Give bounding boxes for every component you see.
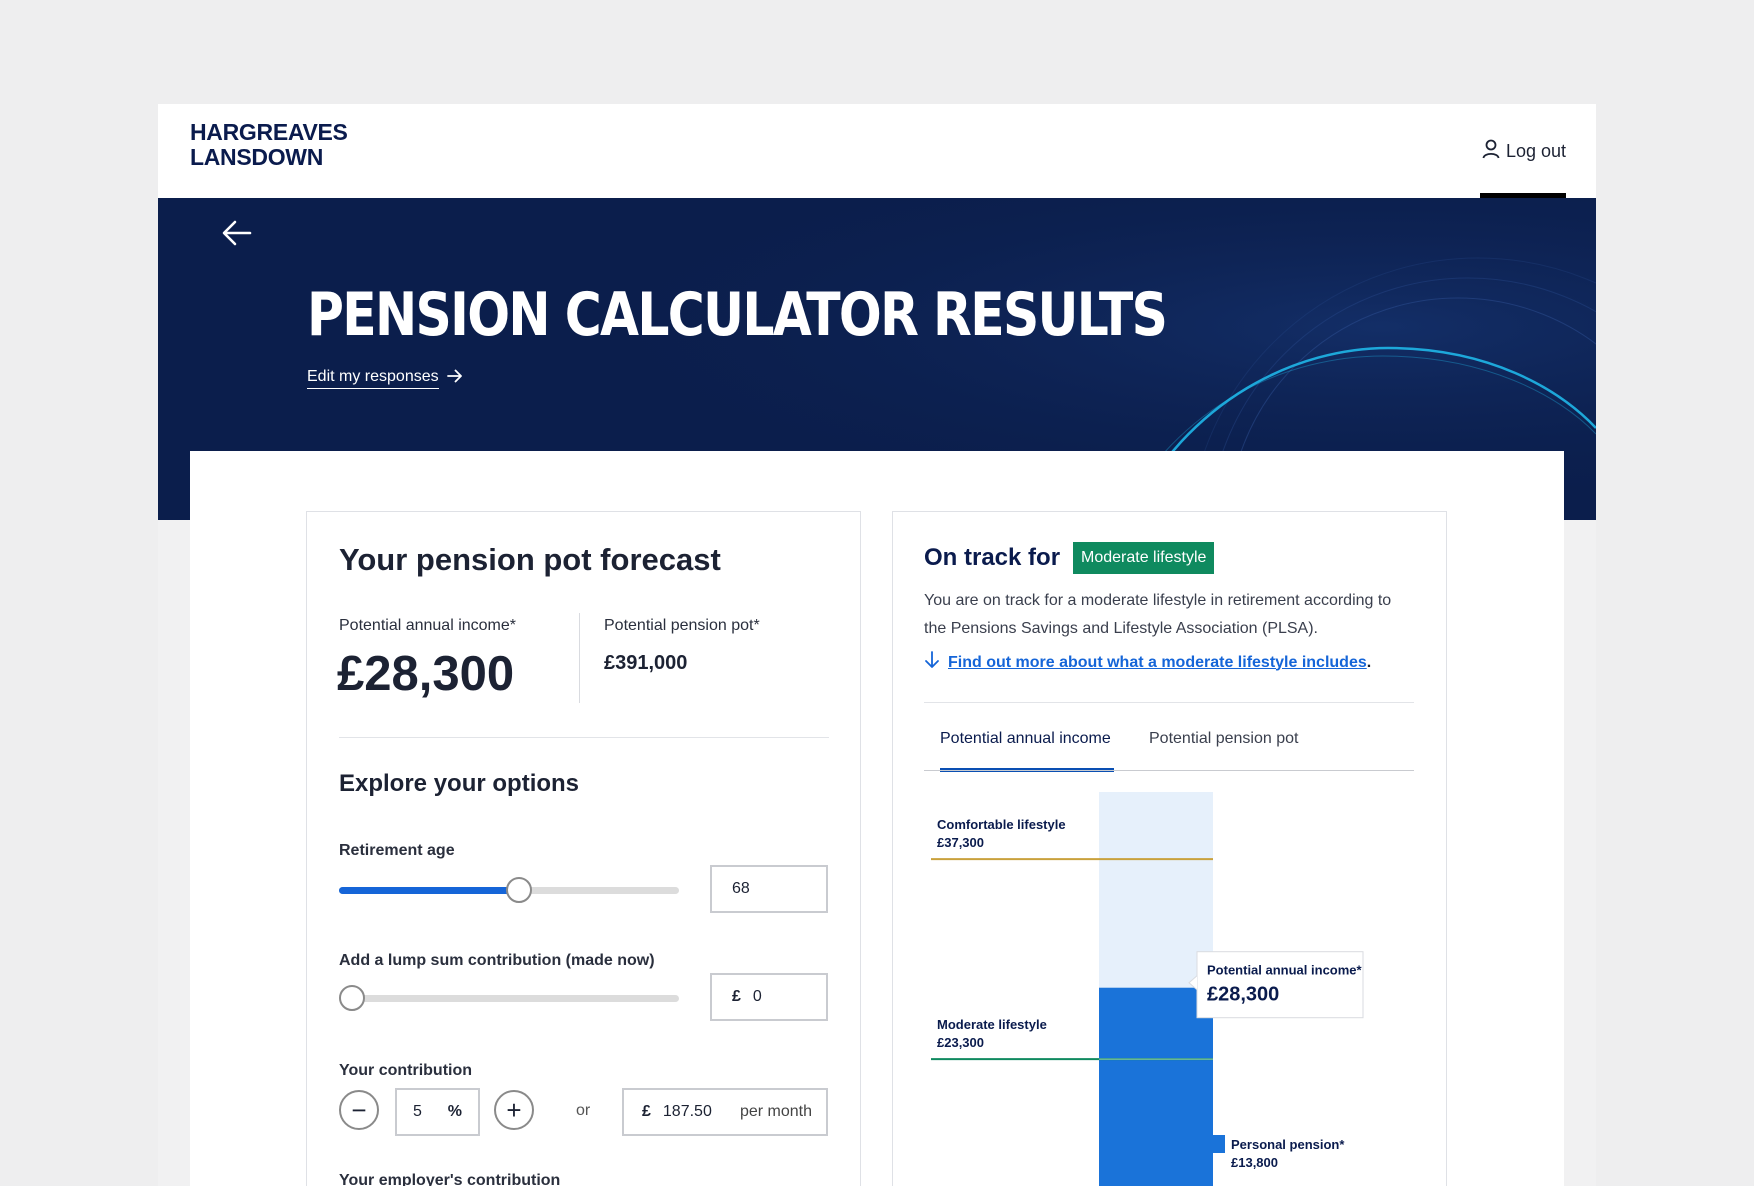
forecast-divider bbox=[579, 613, 580, 703]
marker-value-moderate: £23,300 bbox=[937, 1035, 984, 1050]
on-track-description-line-2: the Pensions Savings and Lifestyle Assoc… bbox=[924, 620, 1318, 637]
pot-label: Potential pension pot* bbox=[604, 617, 760, 634]
retirement-age-slider-thumb[interactable] bbox=[506, 877, 533, 903]
contribution-amount-input[interactable]: £ 187.50 per month bbox=[622, 1088, 828, 1136]
retirement-age-label: Retirement age bbox=[339, 842, 455, 859]
edit-responses-label: Edit my responses bbox=[307, 368, 439, 389]
back-arrow-icon[interactable] bbox=[222, 220, 252, 251]
lifestyle-badge: Moderate lifestyle bbox=[1073, 542, 1215, 574]
arrow-right-icon bbox=[446, 369, 463, 388]
logout-button[interactable]: Log out bbox=[1482, 132, 1566, 170]
edit-responses-link[interactable]: Edit my responses bbox=[307, 368, 463, 389]
on-track-description-line-1: You are on track for a moderate lifestyl… bbox=[924, 592, 1392, 609]
forecast-card: Your pension pot forecast Potential annu… bbox=[306, 511, 861, 1186]
lump-sum-currency: £ bbox=[732, 988, 741, 1005]
legend-label-personal-pension: Personal pension* bbox=[1231, 1137, 1345, 1152]
increase-contribution-button[interactable]: + bbox=[494, 1090, 534, 1130]
minus-icon: − bbox=[351, 1094, 367, 1125]
section-divider bbox=[339, 737, 829, 738]
link-period: . bbox=[1366, 653, 1372, 671]
retirement-age-value: 68 bbox=[732, 880, 750, 897]
top-bar: HARGREAVES LANSDOWN Log out bbox=[158, 104, 1596, 198]
on-track-card: On track for Moderate lifestyle You are … bbox=[892, 511, 1447, 1186]
income-value: £28,300 bbox=[337, 647, 515, 701]
on-track-description: You are on track for a moderate lifestyl… bbox=[924, 587, 1419, 643]
app-frame: HARGREAVES LANSDOWN Log out PENSION CALC… bbox=[158, 104, 1596, 1186]
marker-label-comfortable: Comfortable lifestyle bbox=[937, 817, 1066, 832]
or-label: or bbox=[576, 1102, 591, 1119]
legend-swatch-personal-pension bbox=[1211, 1135, 1225, 1153]
tab-potential-annual-income[interactable]: Potential annual income bbox=[940, 730, 1111, 748]
plus-icon: + bbox=[506, 1094, 522, 1125]
forecast-title: Your pension pot forecast bbox=[339, 542, 721, 577]
decrease-contribution-button[interactable]: − bbox=[339, 1090, 379, 1130]
per-month-label: per month bbox=[739, 1103, 812, 1120]
contribution-amount-value: 187.50 bbox=[662, 1103, 712, 1120]
page-title: PENSION CALCULATOR RESULTS bbox=[307, 280, 1168, 350]
lump-sum-slider[interactable] bbox=[339, 995, 679, 1002]
income-label: Potential annual income* bbox=[339, 617, 517, 634]
legend-value-personal-pension: £13,800 bbox=[1231, 1155, 1278, 1170]
income-callout-value: £28,300 bbox=[1207, 984, 1279, 1006]
income-bar bbox=[1099, 987, 1213, 1186]
tab-potential-pension-pot[interactable]: Potential pension pot bbox=[1149, 730, 1298, 748]
on-track-heading: On track for bbox=[924, 544, 1061, 571]
content-panel: Your pension pot forecast Potential annu… bbox=[190, 451, 1564, 1186]
percent-symbol: % bbox=[447, 1103, 462, 1120]
tabs-top-divider bbox=[924, 702, 1414, 703]
income-callout-label: Potential annual income* bbox=[1207, 963, 1363, 978]
contribution-percent-value: 5 bbox=[413, 1103, 422, 1120]
employer-contribution-label: Your employer's contribution bbox=[339, 1172, 561, 1186]
moderate-info-row: Find out more about what a moderate life… bbox=[924, 651, 1371, 674]
retirement-age-input[interactable]: 68 bbox=[710, 865, 828, 913]
tabs-bottom-divider bbox=[924, 770, 1414, 771]
amount-currency: £ bbox=[642, 1103, 651, 1120]
contribution-label: Your contribution bbox=[339, 1062, 473, 1079]
logout-label: Log out bbox=[1505, 140, 1566, 161]
pot-value: £391,000 bbox=[604, 652, 688, 674]
lump-sum-label: Add a lump sum contribution (made now) bbox=[339, 952, 655, 969]
brand-logo[interactable]: HARGREAVES LANSDOWN bbox=[190, 120, 348, 170]
lump-sum-value: 0 bbox=[752, 988, 762, 1005]
brand-line-2: LANSDOWN bbox=[190, 144, 324, 170]
retirement-age-slider-fill bbox=[339, 887, 520, 894]
lump-sum-input[interactable]: £ 0 bbox=[710, 973, 828, 1021]
marker-label-moderate: Moderate lifestyle bbox=[937, 1017, 1047, 1032]
user-icon bbox=[1482, 139, 1500, 164]
explore-title: Explore your options bbox=[339, 770, 580, 797]
arrow-down-icon bbox=[924, 651, 940, 674]
contribution-percent-input[interactable]: 5 % bbox=[395, 1088, 480, 1136]
brand-line-1: HARGREAVES bbox=[190, 119, 348, 145]
lump-sum-slider-thumb[interactable] bbox=[339, 985, 365, 1011]
income-chart: Comfortable lifestyle £37,300 Moderate lif… bbox=[931, 792, 1364, 1186]
marker-value-comfortable: £37,300 bbox=[937, 835, 984, 850]
moderate-lifestyle-link[interactable]: Find out more about what a moderate life… bbox=[948, 654, 1367, 672]
